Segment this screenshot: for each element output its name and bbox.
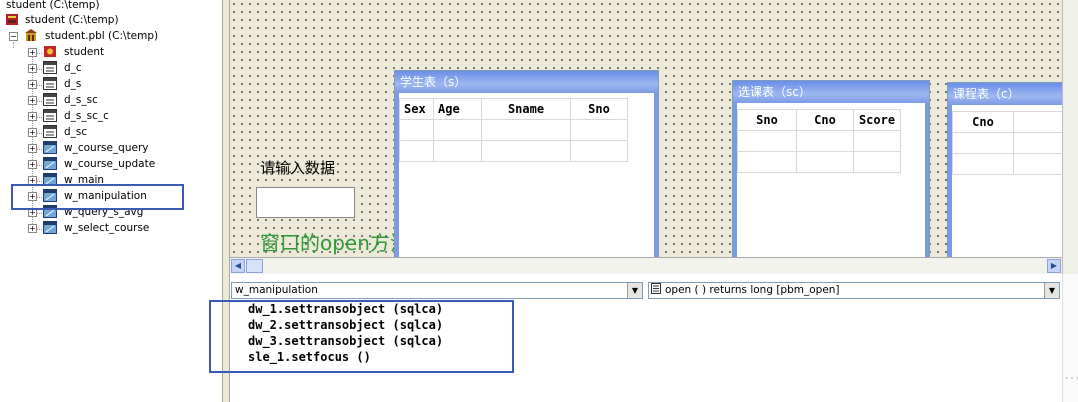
expand-icon[interactable]: + [28, 144, 37, 153]
column-header: Sno [737, 109, 797, 131]
grid-cell[interactable] [433, 140, 482, 162]
grid-cell[interactable] [570, 119, 628, 141]
tree-item-label: d_s [64, 78, 82, 90]
window-painter-canvas[interactable]: 请输入数据 窗口的open方法 学生表（s） Sex Age Sname Sno… [230, 0, 1062, 257]
object-select[interactable]: w_manipulation ▼ [231, 282, 643, 299]
chevron-down-icon[interactable]: ▼ [1044, 283, 1059, 298]
datawindow-icon [43, 77, 57, 90]
tree-item-label: student [64, 46, 105, 58]
grid-cell[interactable] [853, 130, 901, 152]
column-header: Cno [796, 109, 854, 131]
window-icon [43, 141, 57, 154]
datawindow-course[interactable]: 课程表（c） Cno [947, 82, 1062, 257]
column-header: Age [433, 98, 482, 120]
tree-item-label: d_s_sc [64, 94, 98, 106]
grid-cell[interactable] [796, 130, 854, 152]
expand-icon[interactable]: + [28, 112, 37, 121]
collapse-icon[interactable]: − [9, 32, 18, 41]
scroll-left-icon[interactable]: ◀ [231, 259, 245, 273]
prompt-label: 请输入数据 [260, 159, 336, 177]
tree-item-label: student (C:\temp) [25, 14, 119, 26]
tree-item-label: w_course_update [64, 158, 156, 170]
watermark-glyph: … [1064, 364, 1078, 383]
datawindow-icon [43, 61, 57, 74]
column-header: Score [853, 109, 901, 131]
chevron-down-icon[interactable]: ▼ [627, 283, 642, 298]
event-select-value: open ( ) returns long [pbm_open] [665, 284, 840, 296]
annotation-text: 窗口的open方法 [260, 231, 410, 255]
datawindow-grid[interactable]: Sex Age Sname Sno [399, 98, 628, 162]
grid-cell[interactable] [570, 140, 628, 162]
event-select[interactable]: open ( ) returns long [pbm_open] ▼ [648, 282, 1060, 299]
grid-cell[interactable] [952, 153, 1014, 175]
datawindow-grid[interactable]: Sno Cno Score [737, 109, 901, 173]
grid-cell[interactable] [481, 119, 571, 141]
canvas-vertical-scrollbar[interactable] [1062, 0, 1078, 274]
expand-icon[interactable]: + [28, 48, 37, 57]
application-object-icon [44, 46, 56, 57]
scroll-right-icon[interactable]: ▶ [1047, 259, 1061, 273]
grid-cell[interactable] [952, 132, 1014, 154]
grid-cell[interactable] [1013, 153, 1062, 175]
datawindow-title: 选课表（sc） [733, 81, 929, 103]
highlight-box-code [209, 300, 514, 373]
expand-icon[interactable]: + [28, 224, 37, 233]
tree-item-label: d_s_sc_c [64, 110, 109, 122]
grid-cell[interactable] [399, 119, 434, 141]
grid-cell[interactable] [796, 151, 854, 173]
expand-icon[interactable]: + [28, 80, 37, 89]
grid-cell[interactable] [433, 119, 482, 141]
tree-item-label: w_course_query [64, 142, 149, 154]
tree-item-label: student.pbl (C:\temp) [45, 30, 159, 42]
window-icon [43, 157, 57, 170]
tree-item-label: d_sc [64, 126, 88, 138]
expand-icon[interactable]: + [28, 160, 37, 169]
right-edge-panel: … [1062, 274, 1078, 402]
grid-cell[interactable] [481, 140, 571, 162]
column-header: Cno [952, 111, 1014, 133]
expand-icon[interactable]: + [28, 64, 37, 73]
datawindow-title: 课程表（c） [948, 83, 1062, 105]
datawindow-grid[interactable]: Cno [952, 111, 1062, 175]
datawindow-sc[interactable]: 选课表（sc） Sno Cno Score [732, 80, 930, 257]
tree-item-label: w_select_course [64, 222, 150, 234]
application-icon [6, 14, 18, 25]
column-header: Sname [481, 98, 571, 120]
datawindow-title: 学生表（s） [395, 71, 658, 93]
datawindow-icon [43, 109, 57, 122]
expand-icon[interactable]: + [28, 96, 37, 105]
datawindow-icon [43, 125, 57, 138]
canvas-horizontal-scrollbar[interactable]: ◀ ▶ [230, 257, 1062, 274]
grid-cell[interactable] [1013, 132, 1062, 154]
column-header [1013, 111, 1062, 133]
grid-cell[interactable] [399, 140, 434, 162]
expand-icon[interactable]: + [28, 128, 37, 137]
grid-cell[interactable] [737, 151, 797, 173]
highlight-box-tree [11, 184, 184, 210]
object-select-value: w_manipulation [235, 284, 318, 296]
event-script-icon [651, 283, 661, 294]
sle-input[interactable] [256, 187, 355, 218]
library-icon [25, 29, 37, 41]
grid-cell[interactable] [853, 151, 901, 173]
column-header: Sno [570, 98, 628, 120]
datawindow-student[interactable]: 学生表（s） Sex Age Sname Sno [394, 70, 659, 257]
tree-item-label: d_c [64, 62, 82, 74]
window-icon [43, 221, 57, 234]
library-tree[interactable]: student (C:\temp) student (C:\temp) − st… [0, 0, 222, 402]
datawindow-icon [43, 93, 57, 106]
column-header: Sex [399, 98, 434, 120]
scroll-thumb[interactable] [246, 259, 263, 273]
grid-cell[interactable] [737, 130, 797, 152]
